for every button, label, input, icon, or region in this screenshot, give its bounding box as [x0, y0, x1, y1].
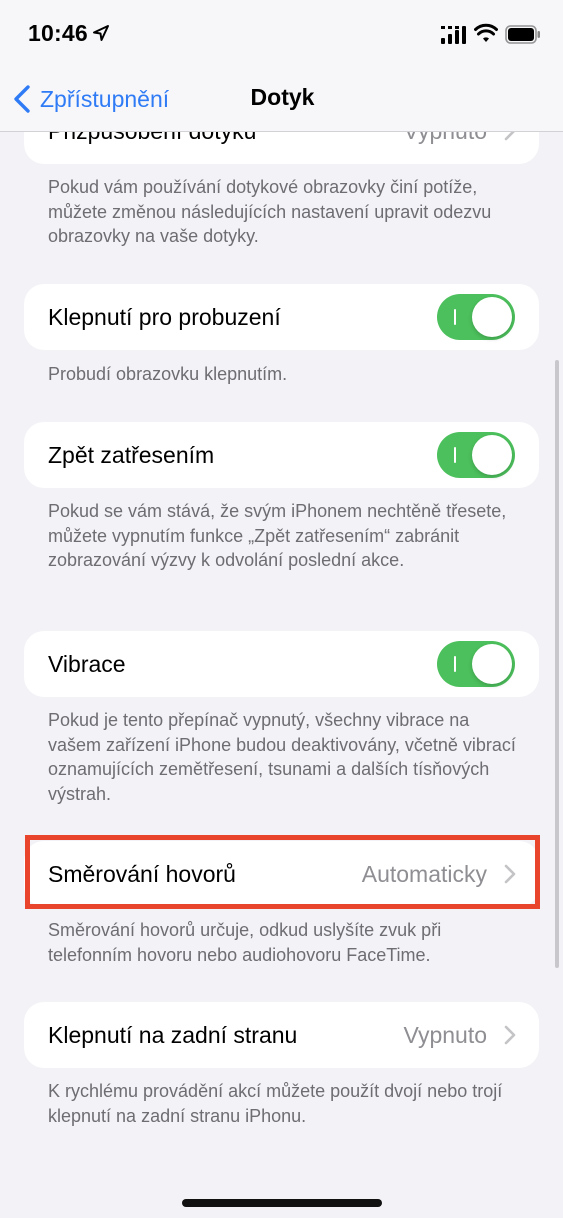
row-label: Klepnutí pro probuzení [48, 303, 281, 330]
toggle-knob [472, 435, 512, 475]
back-tap-group: Klepnutí na zadní stranu Vypnuto [24, 1002, 539, 1068]
touch-accommodations-footer: Pokud vám používání dotykové obrazovky č… [48, 177, 492, 246]
vibration-row: Vibrace [24, 631, 539, 697]
tap-to-wake-row: Klepnutí pro probuzení [24, 284, 539, 350]
call-audio-routing-group: Směrování hovorů Automaticky [24, 841, 539, 907]
shake-to-undo-footer: Pokud se vám stává, že svým iPhonem nech… [48, 501, 507, 570]
toggle-on-mark [454, 656, 456, 672]
vibration-footer: Pokud je tento přepínač vypnutý, všechny… [48, 710, 516, 804]
row-value: Automaticky [361, 860, 487, 887]
toggle-on-mark [454, 309, 456, 325]
tap-to-wake-footer: Probudí obrazovku klepnutím. [48, 364, 288, 384]
vibration-group: Vibrace [24, 631, 539, 697]
row-label: Přizpůsobení dotyku [48, 132, 256, 145]
shake-to-undo-toggle[interactable] [437, 432, 515, 478]
row-label: Vibrace [48, 650, 126, 677]
chevron-right-icon [504, 1025, 516, 1045]
vibration-toggle[interactable] [437, 641, 515, 687]
cellular-signal-icon [441, 26, 466, 44]
back-tap-row[interactable]: Klepnutí na zadní stranu Vypnuto [24, 1002, 539, 1068]
chevron-right-icon [504, 132, 515, 141]
tap-to-wake-group: Klepnutí pro probuzení [24, 284, 539, 350]
row-value: Vypnuto [403, 1021, 487, 1048]
toggle-knob [472, 297, 512, 337]
call-audio-routing-footer: Směrování hovorů určuje, odkud uslyšíte … [48, 920, 442, 965]
tap-to-wake-toggle[interactable] [437, 294, 515, 340]
touch-accommodations-group: Přizpůsobení dotyku Vypnuto [24, 132, 539, 164]
row-label: Klepnutí na zadní stranu [48, 1021, 298, 1048]
chevron-right-icon [504, 864, 516, 884]
row-label: Zpět zatřesením [48, 441, 215, 468]
shake-to-undo-group: Zpět zatřesením [24, 422, 539, 488]
status-time: 10:46 [28, 20, 88, 46]
call-audio-routing-row[interactable]: Směrování hovorů Automaticky [24, 841, 539, 907]
home-indicator[interactable] [182, 1199, 382, 1207]
battery-icon [505, 25, 540, 44]
toggle-knob [472, 644, 512, 684]
navigation-bar: Zpřístupnění Dotyk [0, 68, 563, 132]
toggle-on-mark [454, 447, 456, 463]
back-tap-footer: K rychlému provádění akcí můžete použít … [48, 1081, 503, 1126]
shake-to-undo-row: Zpět zatřesením [24, 422, 539, 488]
row-label: Směrování hovorů [48, 860, 236, 887]
location-arrow-icon [93, 25, 109, 41]
status-bar: 10:46 [0, 0, 563, 68]
page-title: Dotyk [250, 84, 315, 110]
settings-list[interactable]: Přizpůsobení dotyku Vypnuto Pokud vám po… [0, 132, 563, 1218]
scroll-indicator[interactable] [555, 360, 559, 968]
row-value: Vypnuto [403, 132, 487, 145]
touch-accommodations-row[interactable]: Přizpůsobení dotyku Vypnuto [24, 132, 539, 164]
wifi-icon [474, 23, 498, 42]
